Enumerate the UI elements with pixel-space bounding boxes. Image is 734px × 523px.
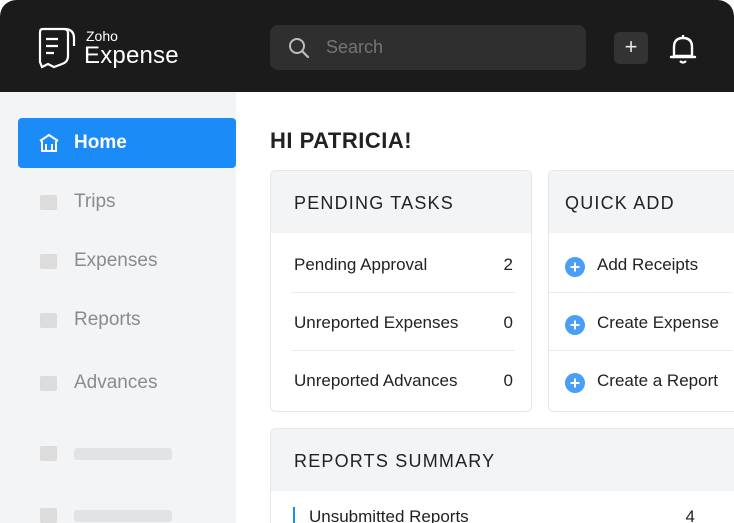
plus-circle-icon (565, 257, 585, 277)
sidebar-item-reports[interactable]: Reports (18, 295, 236, 345)
pending-row-label: Unreported Advances (294, 371, 458, 390)
add-button[interactable]: + (614, 32, 648, 64)
pending-row[interactable]: Unreported Advances 0 (291, 351, 515, 409)
page-greeting: HI PATRICIA! (270, 128, 413, 153)
card-header: REPORTS SUMMARY (271, 429, 734, 491)
summary-row[interactable]: Unsubmitted Reports 4 (293, 501, 707, 523)
brand-name: Expense (84, 42, 179, 69)
card-title: PENDING TASKS (294, 193, 454, 213)
advances-icon (40, 376, 57, 391)
pending-row-label: Unreported Expenses (294, 313, 459, 332)
app-window: Zoho Expense + Home (0, 0, 734, 523)
sidebar-item-advances[interactable]: Advances (18, 358, 236, 408)
plus-circle-icon (565, 373, 585, 393)
quick-add-label: Create Expense (597, 313, 719, 332)
quick-add-item[interactable]: Add Receipts (549, 235, 733, 293)
pending-row-label: Pending Approval (294, 255, 428, 274)
card-title: REPORTS SUMMARY (294, 451, 496, 471)
top-bar: Zoho Expense + (0, 0, 734, 92)
pending-row[interactable]: Unreported Expenses 0 (291, 293, 515, 351)
quick-add-label: Add Receipts (597, 255, 699, 274)
expenses-icon (40, 254, 57, 269)
sidebar-item-expenses[interactable]: Expenses (18, 236, 236, 286)
quick-add-label: Create a Report (597, 371, 718, 390)
reports-summary-card: REPORTS SUMMARY Unsubmitted Reports 4 (270, 428, 734, 523)
brand-logo[interactable]: Zoho Expense (34, 26, 194, 72)
sidebar-item-label: Home (74, 132, 127, 153)
placeholder-icon (40, 508, 57, 523)
pending-row-count: 2 (503, 255, 513, 274)
pending-row-count: 0 (503, 371, 513, 390)
placeholder-label (74, 510, 172, 522)
bell-icon[interactable] (666, 32, 700, 66)
reports-icon (40, 313, 57, 328)
sidebar-item-label: Trips (74, 191, 116, 212)
sidebar-item-label: Reports (74, 309, 141, 330)
sidebar-item-placeholder[interactable] (18, 490, 236, 523)
card-header: PENDING TASKS (271, 171, 531, 233)
receipt-logo-icon (38, 27, 76, 69)
sidebar-item-trips[interactable]: Trips (18, 177, 236, 227)
search-box[interactable] (270, 25, 586, 70)
placeholder-label (74, 448, 172, 460)
summary-row-accent (293, 507, 295, 523)
summary-row-count: 4 (685, 507, 695, 523)
quick-add-card: QUICK ADD Add Receipts Create Expense Cr… (548, 170, 734, 412)
sidebar-item-home[interactable]: Home (18, 118, 236, 168)
trips-icon (40, 195, 57, 210)
placeholder-icon (40, 446, 57, 461)
sidebar-item-label: Advances (74, 372, 158, 393)
card-header: QUICK ADD (549, 171, 734, 233)
search-icon (289, 38, 310, 59)
pending-row[interactable]: Pending Approval 2 (291, 235, 515, 293)
quick-add-item[interactable]: Create Expense (549, 293, 733, 351)
card-title: QUICK ADD (565, 193, 675, 213)
sidebar: Home Trips Expenses Reports Advances (0, 92, 236, 523)
pending-tasks-card: PENDING TASKS Pending Approval 2 Unrepor… (270, 170, 532, 412)
sidebar-item-placeholder[interactable] (18, 428, 236, 478)
summary-row-label: Unsubmitted Reports (309, 507, 469, 523)
home-icon (39, 133, 59, 152)
search-input[interactable] (326, 37, 566, 58)
sidebar-item-label: Expenses (74, 250, 158, 271)
quick-add-item[interactable]: Create a Report (549, 351, 733, 409)
pending-row-count: 0 (503, 313, 513, 332)
plus-circle-icon (565, 315, 585, 335)
